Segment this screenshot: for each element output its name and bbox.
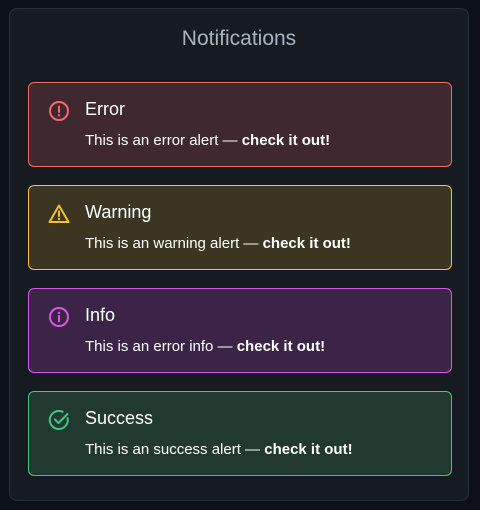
error-alert: Error This is an error alert — check it … — [28, 82, 452, 167]
alert-message-text: This is an warning alert — — [85, 235, 259, 252]
alert-message: This is an success alert — check it out! — [85, 441, 353, 458]
error-circle-icon — [48, 100, 70, 122]
alert-message-text: This is an success alert — — [85, 441, 261, 458]
success-alert: Success This is an success alert — check… — [28, 391, 452, 476]
alert-heading: Warning — [85, 202, 152, 222]
alert-message-emphasis: check it out! — [264, 441, 353, 458]
warning-alert: Warning This is an warning alert — check… — [28, 185, 452, 270]
check-circle-icon — [48, 409, 70, 431]
panel-title: Notifications — [181, 27, 297, 50]
info-circle-icon — [48, 306, 70, 328]
alert-heading: Success — [85, 408, 154, 428]
alert-heading: Error — [85, 99, 125, 119]
alert-message-emphasis: check it out! — [241, 132, 331, 149]
info-alert: Info This is an error info — check it ou… — [28, 288, 452, 373]
alert-message: This is an error info — check it out! — [85, 338, 325, 355]
notifications-panel: Notifications Error This is an error ale… — [9, 8, 469, 501]
alert-message-emphasis: check it out! — [236, 338, 326, 355]
alert-message: This is an warning alert — check it out! — [85, 235, 351, 252]
alert-message-text: This is an error info — — [85, 338, 233, 355]
alert-message-text: This is an error alert — — [85, 132, 238, 149]
alert-message: This is an error alert — check it out! — [85, 132, 330, 149]
alert-heading: Info — [85, 305, 116, 325]
alert-message-emphasis: check it out! — [262, 235, 351, 252]
warning-triangle-icon — [48, 203, 70, 225]
